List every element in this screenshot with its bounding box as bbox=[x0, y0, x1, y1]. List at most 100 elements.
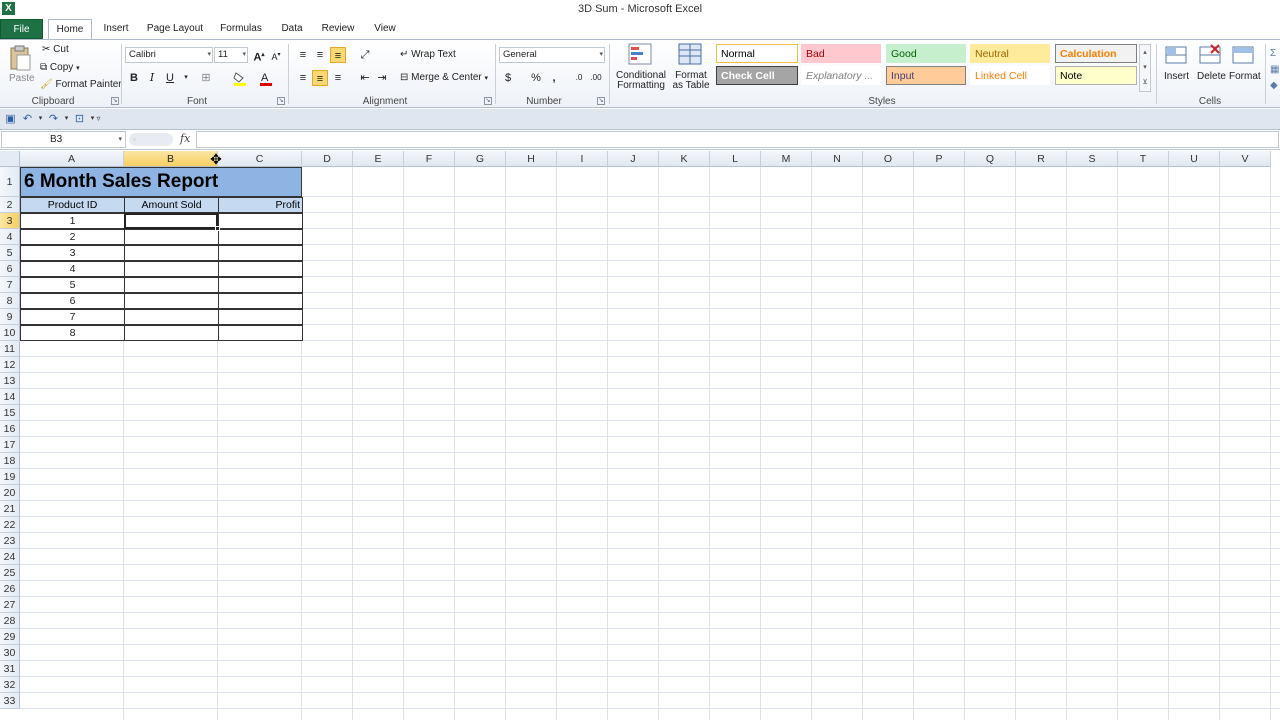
row-header-31[interactable]: 31 bbox=[0, 661, 20, 677]
product-id-cell[interactable]: 1 bbox=[20, 213, 125, 229]
format-painter-button[interactable]: 🖌 Format Painter bbox=[40, 79, 122, 90]
column-header-b[interactable]: B bbox=[124, 151, 218, 167]
row-header-16[interactable]: 16 bbox=[0, 421, 20, 437]
wrap-text-button[interactable]: ↵ Wrap Text bbox=[400, 49, 456, 60]
column-header-l[interactable]: L bbox=[710, 151, 761, 167]
shrink-font-icon[interactable]: A▾ bbox=[268, 47, 284, 63]
currency-button[interactable]: $ bbox=[500, 70, 516, 86]
active-cell-outline[interactable] bbox=[124, 213, 218, 229]
increase-decimal-icon[interactable]: .0 bbox=[571, 70, 587, 86]
product-id-cell[interactable]: 2 bbox=[20, 229, 125, 245]
product-id-cell[interactable]: 4 bbox=[20, 261, 125, 277]
increase-indent-icon[interactable]: ⇥ bbox=[374, 70, 390, 86]
profit-cell[interactable] bbox=[218, 325, 303, 341]
formula-input[interactable] bbox=[196, 131, 1279, 148]
format-cells-button[interactable]: Format bbox=[1228, 43, 1261, 93]
row-header-21[interactable]: 21 bbox=[0, 501, 20, 517]
amount-sold-cell[interactable] bbox=[124, 245, 219, 261]
row-header-4[interactable]: 4 bbox=[0, 229, 20, 245]
column-header-e[interactable]: E bbox=[353, 151, 404, 167]
save-icon[interactable]: ▣ bbox=[4, 112, 17, 126]
cut-button[interactable]: ✂ Cut bbox=[42, 44, 69, 55]
column-header-s[interactable]: S bbox=[1067, 151, 1118, 167]
profit-cell[interactable] bbox=[218, 309, 303, 325]
row-header-3[interactable]: 3 bbox=[0, 213, 20, 229]
column-header-v[interactable]: V bbox=[1220, 151, 1271, 167]
cell-style-linked-cell[interactable]: Linked Cell bbox=[970, 66, 1050, 85]
column-header-a[interactable]: A bbox=[20, 151, 124, 167]
align-bottom-icon[interactable]: ≡ bbox=[330, 47, 346, 63]
number-dialog-launcher-icon[interactable]: ↘ bbox=[597, 97, 605, 105]
editing-icon[interactable]: Σ ▦ ◆ bbox=[1270, 46, 1280, 94]
cell-style-neutral[interactable]: Neutral bbox=[970, 44, 1050, 63]
column-header-q[interactable]: Q bbox=[965, 151, 1016, 167]
column-header-r[interactable]: R bbox=[1016, 151, 1067, 167]
font-size-select[interactable]: 11 ▾ bbox=[214, 47, 248, 63]
amount-sold-cell[interactable] bbox=[124, 277, 219, 293]
comma-button[interactable]: , bbox=[546, 70, 562, 86]
amount-sold-cell[interactable] bbox=[124, 261, 219, 277]
row-header-2[interactable]: 2 bbox=[0, 197, 20, 213]
column-header-f[interactable]: F bbox=[404, 151, 455, 167]
select-all-corner[interactable] bbox=[0, 151, 20, 167]
tab-file[interactable]: File bbox=[0, 19, 43, 39]
align-middle-icon[interactable]: ≡ bbox=[312, 47, 328, 63]
header-cell-amount-sold[interactable]: Amount Sold bbox=[124, 197, 219, 213]
cell-style-explanatory[interactable]: Explanatory ... bbox=[801, 66, 881, 85]
merge-center-button[interactable]: ⊟ Merge & Center ▾ bbox=[400, 72, 488, 83]
column-header-k[interactable]: K bbox=[659, 151, 710, 167]
font-color-icon[interactable]: A bbox=[258, 70, 274, 86]
amount-sold-cell[interactable] bbox=[124, 293, 219, 309]
customize-toolbar-icon[interactable]: ▿ bbox=[92, 112, 105, 126]
fill-handle[interactable] bbox=[215, 226, 220, 231]
row-header-28[interactable]: 28 bbox=[0, 613, 20, 629]
column-header-i[interactable]: I bbox=[557, 151, 608, 167]
profit-cell[interactable] bbox=[218, 245, 303, 261]
bold-button[interactable]: B bbox=[126, 70, 142, 86]
product-id-cell[interactable]: 8 bbox=[20, 325, 125, 341]
row-header-12[interactable]: 12 bbox=[0, 357, 20, 373]
tab-home[interactable]: Home bbox=[48, 19, 92, 40]
styles-gallery-scroll[interactable]: ▴ ▾ ⊻ bbox=[1139, 44, 1151, 92]
number-format-select[interactable]: General ▾ bbox=[499, 47, 605, 63]
redo-icon[interactable]: ↷ bbox=[47, 112, 60, 126]
profit-cell[interactable] bbox=[218, 261, 303, 277]
profit-cell[interactable] bbox=[218, 277, 303, 293]
row-header-27[interactable]: 27 bbox=[0, 597, 20, 613]
row-header-25[interactable]: 25 bbox=[0, 565, 20, 581]
row-header-5[interactable]: 5 bbox=[0, 245, 20, 261]
align-left-icon[interactable]: ≡ bbox=[295, 70, 311, 86]
column-header-d[interactable]: D bbox=[302, 151, 353, 167]
row-header-26[interactable]: 26 bbox=[0, 581, 20, 597]
chevron-down-icon[interactable]: ▾ bbox=[60, 112, 73, 126]
delete-cells-button[interactable]: Delete bbox=[1196, 43, 1226, 93]
tab-insert[interactable]: Insert bbox=[97, 19, 135, 39]
cell-style-normal[interactable]: Normal bbox=[716, 44, 798, 63]
decrease-indent-icon[interactable]: ⇤ bbox=[357, 70, 373, 86]
row-header-24[interactable]: 24 bbox=[0, 549, 20, 565]
fill-color-icon[interactable] bbox=[232, 70, 248, 86]
underline-button[interactable]: U bbox=[162, 70, 178, 86]
format-as-table-button[interactable]: Format as Table bbox=[670, 43, 712, 95]
product-id-cell[interactable]: 7 bbox=[20, 309, 125, 325]
undo-icon[interactable]: ↶ bbox=[21, 112, 34, 126]
header-cell-product-id[interactable]: Product ID bbox=[20, 197, 125, 213]
font-dialog-launcher-icon[interactable]: ↘ bbox=[277, 97, 285, 105]
grow-font-icon[interactable]: A▴ bbox=[251, 47, 267, 64]
row-header-1[interactable]: 1 bbox=[0, 167, 20, 197]
tab-review[interactable]: Review bbox=[318, 19, 358, 39]
row-header-19[interactable]: 19 bbox=[0, 469, 20, 485]
cell-style-note[interactable]: Note bbox=[1055, 66, 1137, 85]
borders-icon[interactable]: ⊞ bbox=[198, 70, 214, 86]
column-header-p[interactable]: P bbox=[914, 151, 965, 167]
row-header-14[interactable]: 14 bbox=[0, 389, 20, 405]
chevron-down-icon[interactable]: ▾ bbox=[178, 70, 194, 86]
align-center-icon[interactable]: ≡ bbox=[312, 70, 328, 86]
row-header-30[interactable]: 30 bbox=[0, 645, 20, 661]
amount-sold-cell[interactable] bbox=[124, 309, 219, 325]
row-header-13[interactable]: 13 bbox=[0, 373, 20, 389]
row-header-32[interactable]: 32 bbox=[0, 677, 20, 693]
cell-style-input[interactable]: Input bbox=[886, 66, 966, 85]
copy-button[interactable]: ⧉ Copy ▾ bbox=[40, 62, 80, 73]
product-id-cell[interactable]: 5 bbox=[20, 277, 125, 293]
